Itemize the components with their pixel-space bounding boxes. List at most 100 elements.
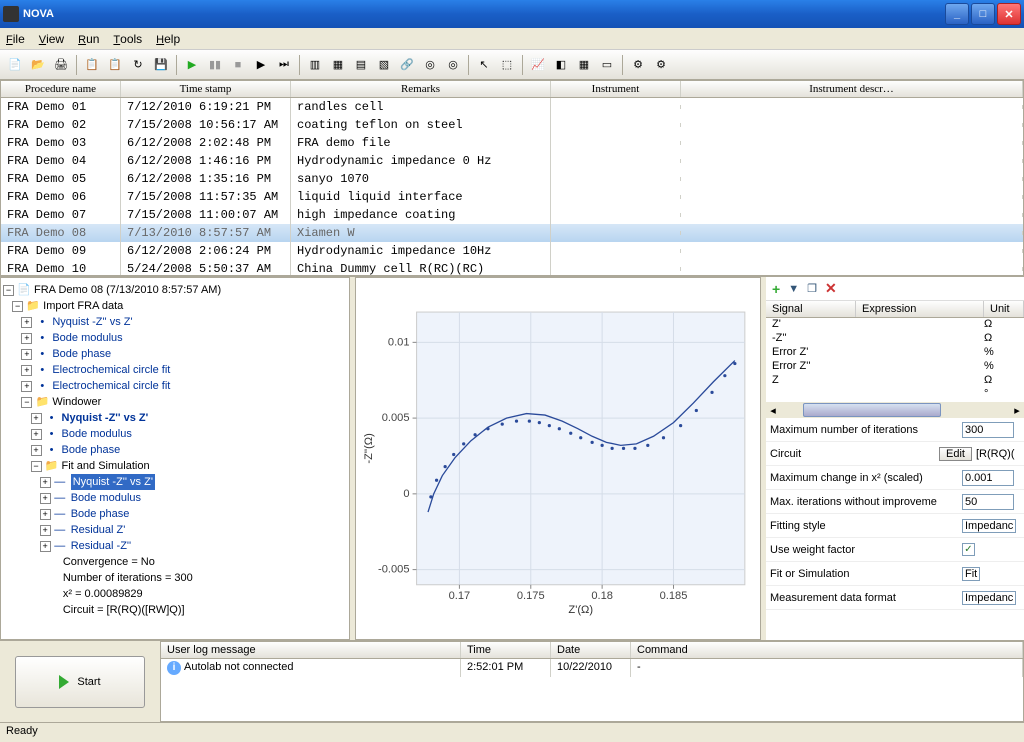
tool-icon[interactable]: ◎ [419,54,441,76]
prop-fitstyle-select[interactable]: Impedanc [962,519,1016,533]
col-signal[interactable]: Signal [766,301,856,317]
table-row[interactable]: FRA Demo 056/12/2008 1:35:16 PMsanyo 107… [1,170,1023,188]
prop-useweight-checkbox[interactable]: ✓ [962,543,975,556]
tree-node[interactable]: −📁Windower [3,394,347,410]
tree-node[interactable]: +•Electrochemical circle fit [3,378,347,394]
col-log-cmd[interactable]: Command [631,642,1023,658]
col-log-time[interactable]: Time [461,642,551,658]
box-icon[interactable]: ▭ [596,54,618,76]
record-icon[interactable]: ▶ [250,54,272,76]
tree-node[interactable]: +•Bode phase [3,442,347,458]
col-expression[interactable]: Expression [856,301,984,317]
refresh-icon[interactable]: ↻ [127,54,149,76]
prop-maxchg-input[interactable] [962,470,1014,486]
layout2-icon[interactable]: ▦ [327,54,349,76]
tree-node[interactable]: +•Nyquist -Z'' vs Z' [3,410,347,426]
save-icon[interactable]: 💾 [150,54,172,76]
arrow-icon[interactable]: ↖ [473,54,495,76]
signal-scrollbar[interactable]: ◂ ▸ [766,402,1024,418]
tree-node[interactable]: −📁Fit and Simulation [3,458,347,474]
open-icon[interactable]: 📂 [27,54,49,76]
col-instrument[interactable]: Instrument [551,81,681,97]
tree-node[interactable]: +—Residual Z' [3,522,347,538]
tree-node[interactable]: +—Nyquist -Z'' vs Z' [3,474,347,490]
signal-row[interactable]: ZΩ [766,374,1024,388]
table-row[interactable]: FRA Demo 027/15/2008 10:56:17 AMcoating … [1,116,1023,134]
procedure-table-body[interactable]: FRA Demo 017/12/2010 6:19:21 PMrandles c… [1,98,1023,275]
signal-table-body[interactable]: Z'Ω-Z''ΩError Z'%Error Z''%ZΩ° [766,318,1024,402]
start-button[interactable]: Start [15,656,145,708]
signal-row[interactable]: Error Z'% [766,346,1024,360]
tree-node[interactable]: Convergence = No [3,554,347,570]
play-icon[interactable]: ▶ [181,54,203,76]
tree-node[interactable]: +•Electrochemical circle fit [3,362,347,378]
col-instrument-descr[interactable]: Instrument descr… [681,81,1023,97]
tool3-icon[interactable]: ⚙ [627,54,649,76]
tree-node[interactable]: +•Bode modulus [3,330,347,346]
layout4-icon[interactable]: ▧ [373,54,395,76]
table-row[interactable]: FRA Demo 017/12/2010 6:19:21 PMrandles c… [1,98,1023,116]
table-row[interactable]: FRA Demo 036/12/2008 2:02:48 PMFRA demo … [1,134,1023,152]
maximize-button[interactable]: □ [971,3,995,25]
table-row[interactable]: FRA Demo 077/15/2008 11:00:07 AMhigh imp… [1,206,1023,224]
prop-measfmt-select[interactable]: Impedanc [962,591,1016,605]
tree-node[interactable]: +•Bode modulus [3,426,347,442]
tree-node[interactable]: −📄FRA Demo 08 (7/13/2010 8:57:57 AM) [3,282,347,298]
skip-icon[interactable]: ⏭ [273,54,295,76]
tree-node[interactable]: +•Bode phase [3,346,347,362]
prop-maxnoimp-input[interactable] [962,494,1014,510]
nyquist-chart[interactable]: 0.170.1750.180.185-0.00500.0050.01Z'(Ω)-… [356,278,760,639]
tree-node[interactable]: +—Bode phase [3,506,347,522]
circuit-edit-button[interactable]: Edit [939,447,972,461]
prop-fitsim-select[interactable]: Fit [962,567,980,581]
signal-row[interactable]: Error Z''% [766,360,1024,374]
tree-node[interactable]: +•Nyquist -Z'' vs Z' [3,314,347,330]
tree-node[interactable]: +—Bode modulus [3,490,347,506]
delete-icon[interactable]: ✕ [825,280,837,297]
table-row[interactable]: FRA Demo 067/15/2008 11:57:35 AMliquid l… [1,188,1023,206]
chart-icon[interactable]: 📈 [527,54,549,76]
new-icon[interactable]: 📄 [4,54,26,76]
add-icon[interactable]: + [772,281,780,297]
filter-icon[interactable]: ▼ [788,283,799,295]
minimize-button[interactable]: _ [945,3,969,25]
layout1-icon[interactable]: ▥ [304,54,326,76]
link-icon[interactable]: 🔗 [396,54,418,76]
table-row[interactable]: FRA Demo 087/13/2010 8:57:57 AMXiamen W [1,224,1023,242]
menu-help[interactable]: Help [156,32,180,46]
tree-panel[interactable]: −📄FRA Demo 08 (7/13/2010 8:57:57 AM) −📁I… [0,277,350,640]
col-log-msg[interactable]: User log message [161,642,461,658]
tool4-icon[interactable]: ⚙ [650,54,672,76]
tree-node[interactable]: x² = 0.00089829 [3,586,347,602]
log-row[interactable]: iAutolab not connected 2:52:01 PM 10/22/… [161,659,1023,677]
col-name[interactable]: Procedure name [1,81,121,97]
col-log-date[interactable]: Date [551,642,631,658]
tree-node[interactable]: Number of iterations = 300 [3,570,347,586]
grid-icon[interactable]: ▦ [573,54,595,76]
table-row[interactable]: FRA Demo 046/12/2008 1:46:16 PMHydrodyna… [1,152,1023,170]
col-unit[interactable]: Unit [984,301,1024,317]
tree-node[interactable]: Circuit = [R(RQ)([RW]Q)] [3,602,347,618]
stop-icon[interactable]: ■ [227,54,249,76]
layout3-icon[interactable]: ▤ [350,54,372,76]
menu-view[interactable]: View [39,32,64,46]
paste-icon[interactable]: 📋 [104,54,126,76]
prop-maxiter-input[interactable] [962,422,1014,438]
print-icon[interactable]: 🖨 [50,54,72,76]
table-row[interactable]: FRA Demo 096/12/2008 2:06:24 PMHydrodyna… [1,242,1023,260]
window-icon[interactable]: ❐ [807,282,817,295]
signal-row[interactable]: -Z''Ω [766,332,1024,346]
view2-icon[interactable]: ◧ [550,54,572,76]
menu-run[interactable]: Run [78,32,99,46]
signal-row[interactable]: ° [766,388,1024,402]
pause-icon[interactable]: ▮▮ [204,54,226,76]
table-row[interactable]: FRA Demo 105/24/2008 5:50:37 AMChina Dum… [1,260,1023,275]
tree-node[interactable]: −📁Import FRA data [3,298,347,314]
close-button[interactable]: ✕ [997,3,1021,25]
signal-row[interactable]: Z'Ω [766,318,1024,332]
menu-file[interactable]: File [6,32,25,46]
select-icon[interactable]: ⬚ [496,54,518,76]
col-timestamp[interactable]: Time stamp [121,81,291,97]
tool2-icon[interactable]: ◎ [442,54,464,76]
tree-node[interactable]: +—Residual -Z'' [3,538,347,554]
